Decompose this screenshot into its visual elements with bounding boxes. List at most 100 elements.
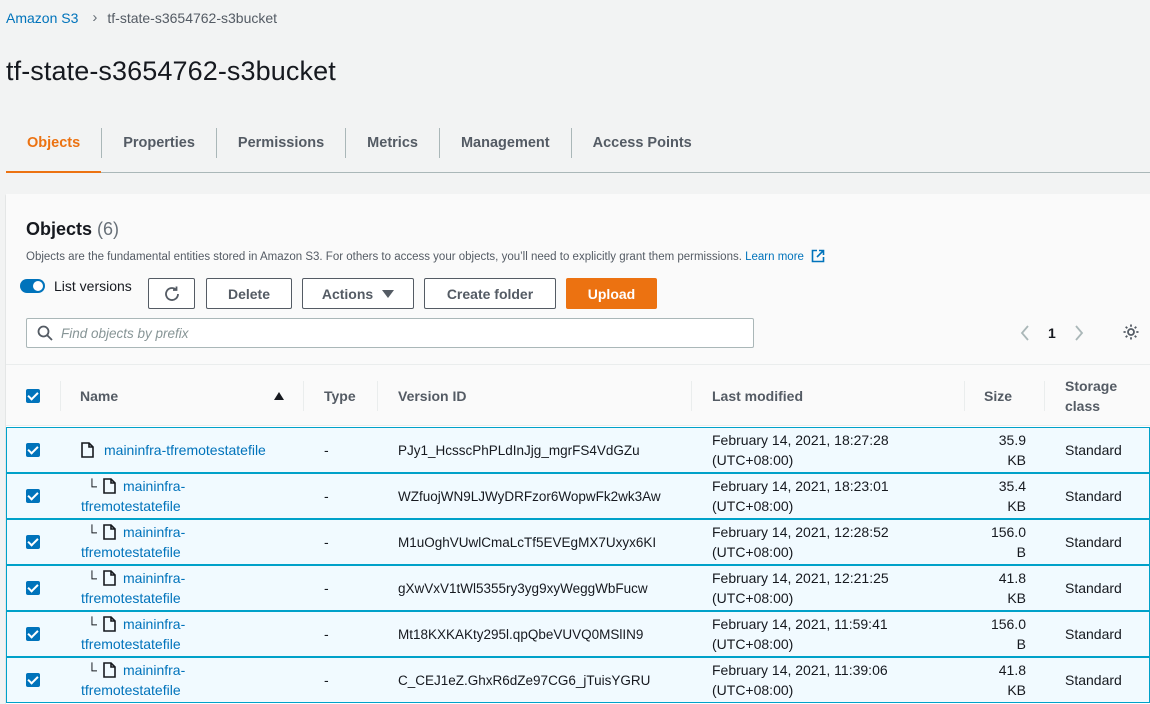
size-cell: 156.0 B — [990, 616, 1026, 652]
create-folder-button[interactable]: Create folder — [424, 278, 556, 309]
page-number[interactable]: 1 — [1048, 325, 1056, 341]
row-checkbox[interactable] — [26, 612, 40, 656]
tab-objects[interactable]: Objects — [6, 124, 102, 173]
external-link-icon — [811, 249, 825, 266]
object-name-link-line2[interactable]: tfremotestatefile — [81, 680, 181, 700]
object-name-cell: └ maininfra- tfremotestatefile — [81, 658, 281, 702]
object-name-link-line1[interactable]: maininfra- — [123, 660, 185, 680]
caret-down-icon — [382, 289, 395, 298]
row-checkbox[interactable] — [26, 566, 40, 610]
type-cell: - — [324, 488, 329, 504]
object-name-link-line2[interactable]: tfremotestatefile — [81, 634, 181, 654]
chevron-left-icon[interactable] — [1020, 325, 1030, 341]
file-icon — [103, 570, 116, 589]
tab-metrics[interactable]: Metrics — [345, 124, 439, 172]
last-modified-cell: February 14, 2021, 18:23:01 (UTC+08:00) — [712, 478, 889, 514]
type-cell: - — [324, 534, 329, 550]
chevron-right-icon: › — [92, 9, 98, 26]
objects-panel: Objects (6) Objects are the fundamental … — [6, 194, 1150, 704]
delete-button[interactable]: Delete — [206, 278, 292, 309]
sort-ascending-icon[interactable] — [273, 365, 285, 427]
search-box — [26, 318, 754, 348]
tab-permissions[interactable]: Permissions — [215, 124, 345, 172]
object-name-link-line2[interactable]: tfremotestatefile — [81, 588, 181, 608]
page-title: tf-state-s3654762-s3bucket — [6, 56, 336, 86]
column-header-size[interactable]: Size — [984, 365, 1012, 427]
table-row[interactable]: └ maininfra- tfremotestatefile - Mt18KXK… — [6, 611, 1150, 657]
object-name-link-line2[interactable]: tfremotestatefile — [81, 542, 181, 562]
size-cell: 41.8 KB — [998, 662, 1026, 698]
object-name-link-line1[interactable]: maininfra- — [123, 522, 185, 542]
column-header-type[interactable]: Type — [324, 365, 356, 427]
file-icon — [81, 442, 94, 458]
object-name-link-line1[interactable]: maininfra- — [123, 476, 185, 496]
gear-icon[interactable] — [1122, 323, 1140, 346]
breadcrumb-amazon-s3[interactable]: Amazon S3 — [6, 10, 78, 26]
storage-class-cell: Standard — [1065, 672, 1122, 688]
pagination: 1 — [1020, 325, 1084, 341]
table-header: Name Type Version ID Last modified Size … — [6, 364, 1150, 426]
type-cell: - — [324, 580, 329, 596]
version-id-cell: WZfuojWN9LJWyDRFzor6WopwFk2wk3Aw — [398, 488, 661, 504]
version-id-cell: Mt18KXKAKty295l.qpQbeVUVQ0MSlIN9 — [398, 626, 644, 642]
list-versions-label: List versions — [54, 278, 132, 294]
version-branch-icon: └ — [87, 478, 97, 494]
last-modified-cell: February 14, 2021, 11:59:41 (UTC+08:00) — [712, 616, 888, 652]
last-modified-cell: February 14, 2021, 18:27:28 (UTC+08:00) — [712, 432, 889, 468]
table-row[interactable]: └ maininfra- tfremotestatefile - WZfuojW… — [6, 473, 1150, 519]
file-icon — [103, 662, 116, 681]
storage-class-cell: Standard — [1065, 580, 1122, 596]
actions-dropdown[interactable]: Actions — [302, 278, 414, 309]
version-branch-icon: └ — [87, 662, 97, 678]
last-modified-cell: February 14, 2021, 12:28:52 (UTC+08:00) — [712, 524, 889, 560]
row-checkbox[interactable] — [26, 658, 40, 702]
learn-more-link[interactable]: Learn more — [745, 251, 804, 263]
last-modified-cell: February 14, 2021, 12:21:25 (UTC+08:00) — [712, 570, 889, 606]
table-row[interactable]: └ maininfra- tfremotestatefile - gXwVxV1… — [6, 565, 1150, 611]
storage-class-cell: Standard — [1065, 626, 1122, 642]
object-name-link[interactable]: maininfra-tfremotestatefile — [104, 442, 266, 458]
table-row[interactable]: └ maininfra- tfremotestatefile - M1uOghV… — [6, 519, 1150, 565]
refresh-button[interactable] — [148, 278, 195, 309]
objects-heading: Objects (6) — [26, 219, 120, 239]
list-versions-toggle[interactable] — [20, 279, 45, 293]
breadcrumb: Amazon S3 › tf-state-s3654762-s3bucket — [6, 9, 277, 26]
chevron-right-icon[interactable] — [1074, 325, 1084, 341]
column-header-storage-class[interactable]: Storage class — [1065, 365, 1117, 427]
object-name-link-line1[interactable]: maininfra- — [123, 568, 185, 588]
object-name-cell: └ maininfra- tfremotestatefile — [81, 566, 281, 610]
version-id-cell: C_CEJ1eZ.GhxR6dZe97CG6_jTuisYGRU — [398, 672, 651, 688]
row-checkbox[interactable] — [26, 474, 40, 518]
table-row[interactable]: maininfra-tfremotestatefile - PJy1_Hcssc… — [6, 427, 1150, 473]
upload-button[interactable]: Upload — [566, 278, 657, 309]
tab-management[interactable]: Management — [438, 124, 571, 172]
tab-bar: Objects Properties Permissions Metrics M… — [6, 124, 1150, 173]
version-branch-icon: └ — [87, 616, 97, 632]
version-id-cell: M1uOghVUwlCmaLcTf5EVEgMX7Uxyx6KI — [398, 534, 657, 550]
objects-description: Objects are the fundamental entities sto… — [26, 249, 825, 266]
storage-class-cell: Standard — [1065, 488, 1122, 504]
row-checkbox[interactable] — [26, 428, 40, 472]
table-row[interactable]: └ maininfra- tfremotestatefile - C_CEJ1e… — [6, 657, 1150, 703]
size-cell: 35.4 KB — [998, 478, 1026, 514]
object-name-link-line2[interactable]: tfremotestatefile — [81, 496, 181, 516]
column-header-last-modified[interactable]: Last modified — [712, 365, 803, 427]
version-id-cell: PJy1_HcsscPhPLdInJjg_mgrFS4VdGZu — [398, 442, 640, 458]
select-all-checkbox[interactable] — [26, 365, 40, 427]
search-icon — [37, 325, 53, 341]
version-branch-icon: └ — [87, 524, 97, 540]
column-header-version-id[interactable]: Version ID — [398, 365, 466, 427]
object-name-link-line1[interactable]: maininfra- — [123, 614, 185, 634]
objects-count: (6) — [97, 219, 120, 239]
row-checkbox[interactable] — [26, 520, 40, 564]
tab-access-points[interactable]: Access Points — [570, 124, 713, 172]
type-cell: - — [324, 442, 329, 458]
size-cell: 35.9 KB — [998, 432, 1026, 468]
breadcrumb-current: tf-state-s3654762-s3bucket — [107, 9, 278, 26]
tab-properties[interactable]: Properties — [101, 124, 216, 172]
search-input[interactable] — [61, 325, 661, 341]
column-header-name[interactable]: Name — [80, 365, 118, 427]
type-cell: - — [324, 672, 329, 688]
version-branch-icon: └ — [87, 570, 97, 586]
type-cell: - — [324, 626, 329, 642]
